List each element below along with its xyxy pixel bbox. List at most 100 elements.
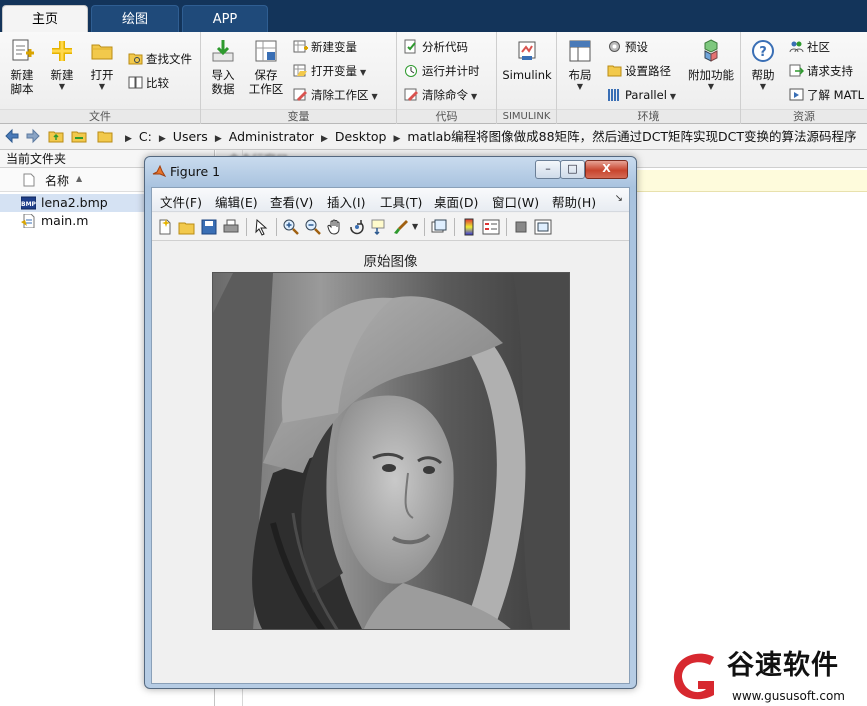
- preferences-button[interactable]: 预设: [607, 37, 648, 57]
- request-support-button[interactable]: 请求支持: [789, 61, 853, 81]
- pan-hand-icon[interactable]: [326, 218, 344, 236]
- file-name: lena2.bmp: [41, 195, 108, 210]
- new-variable-icon: [293, 40, 308, 53]
- menu-insert[interactable]: 插入(I): [327, 192, 365, 211]
- menu-overflow-icon[interactable]: ↘: [615, 193, 623, 204]
- learn-matlab-label: 了解 MATL: [807, 88, 864, 102]
- breadcrumb-item[interactable]: Users: [173, 129, 208, 144]
- save-workspace-label: 保存 工作区: [248, 68, 284, 96]
- figure-body: 文件(F) 编辑(E) 查看(V) 插入(I) 工具(T) 桌面(D) 窗口(W…: [151, 187, 630, 684]
- file-icon: [23, 173, 35, 187]
- new-figure-icon[interactable]: [156, 218, 174, 236]
- legend-icon[interactable]: [482, 218, 500, 236]
- tab-apps[interactable]: APP: [182, 5, 268, 32]
- watermark-text: 谷速软件: [727, 650, 839, 681]
- compare-icon: [128, 76, 143, 89]
- breadcrumb-item[interactable]: matlab编程将图像做成88矩阵，然后通过DCT矩阵实现DCT变换的算法源码程…: [407, 129, 856, 144]
- up-folder-icon[interactable]: [48, 128, 64, 144]
- save-icon[interactable]: [200, 218, 218, 236]
- chevron-down-icon: ▼: [58, 82, 66, 91]
- environment-group-label: 环境: [557, 109, 740, 123]
- pointer-icon[interactable]: [252, 218, 270, 236]
- browse-folder-icon[interactable]: [71, 128, 87, 144]
- learn-matlab-icon: [789, 88, 804, 101]
- chevron-down-icon[interactable]: ▼: [412, 222, 418, 231]
- breadcrumb-item[interactable]: C:: [139, 129, 152, 144]
- new-button[interactable]: 新建 ▼: [46, 38, 78, 92]
- print-icon[interactable]: [222, 218, 240, 236]
- simulink-icon: [518, 41, 536, 60]
- data-cursor-icon[interactable]: [370, 218, 388, 236]
- folder-icon: [91, 44, 113, 60]
- environment-group: 布局 ▼ 预设 设置路径 Parallel ▼ 附加功能 ▼ 环境: [557, 32, 741, 124]
- chevron-down-icon: ▼: [471, 92, 478, 101]
- brush-icon[interactable]: [392, 218, 410, 236]
- tab-plots[interactable]: 绘图: [91, 5, 179, 32]
- import-data-button[interactable]: 导入 数据: [207, 38, 239, 96]
- open-variable-button[interactable]: 打开变量 ▼: [293, 61, 366, 81]
- simulink-label: Simulink: [502, 68, 552, 82]
- chevron-down-icon: ▼: [360, 68, 367, 77]
- rotate-3d-icon[interactable]: [348, 218, 366, 236]
- simulink-button[interactable]: Simulink: [502, 38, 552, 82]
- menu-desktop[interactable]: 桌面(D): [434, 192, 478, 211]
- clear-commands-label: 清除命令: [422, 88, 468, 102]
- open-button[interactable]: 打开 ▼: [86, 38, 118, 92]
- menu-view[interactable]: 查看(V): [270, 192, 313, 211]
- breadcrumb-item[interactable]: Administrator: [229, 129, 314, 144]
- ribbon-tabbar: 主页 绘图 APP: [0, 0, 867, 32]
- help-button[interactable]: ? 帮助 ▼: [747, 38, 779, 92]
- import-data-label: 导入 数据: [211, 68, 235, 96]
- addons-label: 附加功能: [688, 68, 734, 82]
- watermark: 谷速软件 www.gususoft.com: [670, 649, 867, 706]
- find-files-button[interactable]: 查找文件: [128, 49, 192, 69]
- layout-button[interactable]: 布局 ▼: [563, 38, 597, 92]
- figure-window[interactable]: Figure 1 – □ X 文件(F) 编辑(E) 查看(V) 插入(I) 工…: [144, 156, 637, 689]
- tab-home[interactable]: 主页: [2, 5, 88, 32]
- request-support-label: 请求支持: [807, 64, 853, 78]
- figure-menubar: 文件(F) 编辑(E) 查看(V) 插入(I) 工具(T) 桌面(D) 窗口(W…: [152, 188, 629, 212]
- new-script-button[interactable]: 新建 脚本: [4, 38, 40, 96]
- learn-matlab-button[interactable]: 了解 MATL: [789, 85, 864, 105]
- figure-toolbar: ▼: [152, 213, 629, 241]
- colorbar-icon[interactable]: [460, 218, 478, 236]
- chevron-down-icon: ▼: [576, 82, 584, 91]
- zoom-in-icon[interactable]: [282, 218, 300, 236]
- close-button[interactable]: X: [585, 160, 628, 179]
- run-and-time-button[interactable]: 运行并计时: [404, 61, 480, 81]
- set-path-button[interactable]: 设置路径: [607, 61, 671, 81]
- compare-button[interactable]: 比较: [128, 73, 169, 93]
- menu-edit[interactable]: 编辑(E): [215, 192, 258, 211]
- clear-workspace-button[interactable]: 清除工作区 ▼: [293, 85, 378, 105]
- chevron-down-icon: ▼: [98, 82, 106, 91]
- open-variable-label: 打开变量: [311, 64, 357, 78]
- menu-tools[interactable]: 工具(T): [380, 192, 422, 211]
- show-plot-tools-icon[interactable]: [534, 218, 552, 236]
- menu-window[interactable]: 窗口(W): [492, 192, 539, 211]
- addons-button[interactable]: 附加功能 ▼: [687, 38, 735, 92]
- minimize-button[interactable]: –: [535, 160, 561, 179]
- maximize-button[interactable]: □: [560, 160, 585, 179]
- file-group: 新建 脚本 新建 ▼ 打开 ▼ 查找文件 比较 文件: [0, 32, 201, 124]
- menu-file[interactable]: 文件(F): [160, 192, 202, 211]
- new-label: 新建: [50, 68, 74, 82]
- set-path-icon: [607, 65, 622, 77]
- compare-label: 比较: [146, 76, 169, 90]
- clear-commands-button[interactable]: 清除命令 ▼: [404, 85, 477, 105]
- parallel-button[interactable]: Parallel ▼: [607, 85, 676, 105]
- open-file-icon[interactable]: [178, 218, 196, 236]
- community-button[interactable]: 社区: [789, 37, 830, 57]
- hide-plot-tools-icon[interactable]: [512, 218, 530, 236]
- menu-help[interactable]: 帮助(H): [552, 192, 596, 211]
- analyze-code-button[interactable]: 分析代码: [404, 37, 468, 57]
- forward-arrow-icon[interactable]: [25, 128, 41, 144]
- plot-area[interactable]: 原始图像: [152, 242, 629, 683]
- zoom-out-icon[interactable]: [304, 218, 322, 236]
- link-plot-icon[interactable]: [430, 218, 448, 236]
- set-path-label: 设置路径: [625, 64, 671, 78]
- new-variable-button[interactable]: 新建变量: [293, 37, 357, 57]
- chevron-down-icon: ▼: [371, 92, 378, 101]
- back-arrow-icon[interactable]: [4, 128, 20, 144]
- save-workspace-button[interactable]: 保存 工作区: [247, 38, 285, 96]
- breadcrumb-item[interactable]: Desktop: [335, 129, 387, 144]
